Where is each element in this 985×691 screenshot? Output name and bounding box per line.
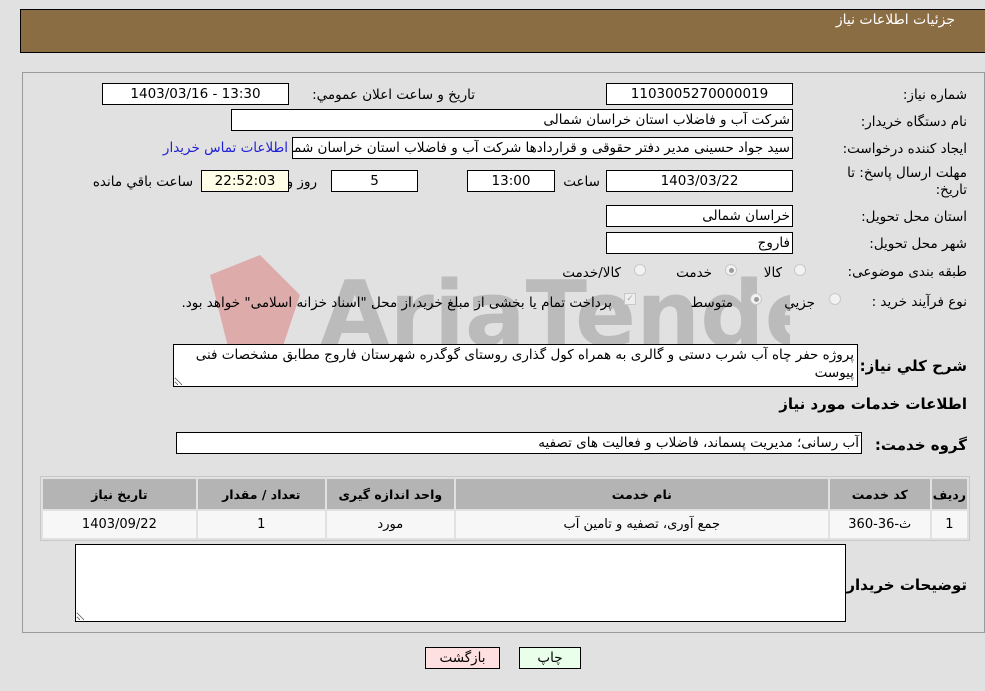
service-group-field: آب رسانی؛ مدیریت پسماند، فاضلاب و فعالیت… bbox=[176, 432, 862, 454]
days-label: روز و bbox=[286, 174, 317, 190]
buyer-contact-link[interactable]: اطلاعات تماس خريدار bbox=[163, 140, 288, 156]
buyer-notes-textarea[interactable] bbox=[75, 544, 846, 622]
footer-divider bbox=[22, 632, 985, 633]
col-header-row-number: رديف bbox=[931, 479, 967, 509]
services-table: رديف کد خدمت نام خدمت واحد اندازه گيری ت… bbox=[40, 476, 970, 541]
delivery-city-label: شهر محل تحويل: bbox=[869, 236, 967, 252]
need-number-field: 1103005270000019 bbox=[606, 83, 793, 105]
treasury-checkbox[interactable]: ✓ bbox=[624, 293, 636, 305]
back-button[interactable]: بازگشت bbox=[425, 647, 500, 669]
description-textarea[interactable]: پروژه حفر چاه آب شرب دستی و گالری به همر… bbox=[173, 344, 858, 387]
announce-datetime-field: 1403/03/16 - 13:30 bbox=[102, 83, 289, 105]
requester-field: سید جواد حسینی مدیر دفتر حقوقی و قرارداد… bbox=[292, 137, 793, 159]
cell-quantity: 1 bbox=[197, 511, 325, 538]
cell-need-date: 1403/09/22 bbox=[43, 511, 196, 538]
buyer-org-label: نام دستگاه خريدار: bbox=[860, 114, 967, 130]
time-remaining-field: 22:52:03 bbox=[201, 170, 289, 192]
treasury-note: پرداخت تمام يا بخشی از مبلغ خريد،از محل … bbox=[181, 295, 612, 311]
buyer-notes-label: توضيحات خريدار: bbox=[840, 576, 967, 594]
table-header-row: رديف کد خدمت نام خدمت واحد اندازه گيری ت… bbox=[43, 479, 967, 509]
cell-unit: مورد bbox=[326, 511, 454, 538]
buyer-org-field: شرکت آب و فاضلاب استان خراسان شمالی bbox=[231, 109, 793, 131]
delivery-province-label: استان محل تحويل: bbox=[861, 209, 967, 225]
purchase-type-radio-minor[interactable] bbox=[829, 293, 841, 305]
delivery-city-field: فاروج bbox=[606, 232, 793, 254]
deadline-label-line2: تاريخ: bbox=[935, 182, 967, 198]
deadline-time-label: ساعت bbox=[563, 174, 600, 190]
deadline-label-line1: مهلت ارسال پاسخ: تا bbox=[847, 165, 967, 181]
cell-service-code: ث-36-360 bbox=[829, 511, 930, 538]
deadline-time-field: 13:00 bbox=[467, 170, 555, 192]
category-option-goods: کالا bbox=[763, 265, 782, 281]
services-section-title: اطلاعات خدمات مورد نياز bbox=[779, 395, 967, 413]
days-remaining-field: 5 bbox=[331, 170, 418, 192]
category-radio-goods-service[interactable] bbox=[634, 264, 646, 276]
col-header-quantity: تعداد / مقدار bbox=[197, 479, 325, 509]
category-radio-goods[interactable] bbox=[794, 264, 806, 276]
need-number-label: شماره نياز: bbox=[902, 87, 967, 103]
announce-datetime-label: تاريخ و ساعت اعلان عمومي: bbox=[312, 87, 475, 103]
purchase-type-option-minor: جزيي bbox=[784, 295, 815, 311]
col-header-unit: واحد اندازه گيری bbox=[326, 479, 454, 509]
service-group-label: گروه خدمت: bbox=[874, 436, 967, 454]
col-header-service-code: کد خدمت bbox=[829, 479, 930, 509]
category-label: طبقه بندی موضوعی: bbox=[847, 264, 967, 280]
category-radio-service[interactable] bbox=[725, 264, 737, 276]
category-option-service: خدمت bbox=[676, 265, 712, 281]
requester-label: ايجاد کننده درخواست: bbox=[842, 141, 967, 157]
page-title: جزئيات اطلاعات نياز bbox=[835, 12, 955, 28]
table-row: 1 ث-36-360 جمع آوری، تصفیه و تامین آب مو… bbox=[43, 511, 967, 538]
purchase-type-option-medium: متوسط bbox=[690, 295, 733, 311]
description-label: شرح کلي نياز: bbox=[859, 357, 967, 375]
purchase-type-radio-medium[interactable] bbox=[750, 293, 762, 305]
col-header-service-name: نام خدمت bbox=[455, 479, 828, 509]
purchase-type-label: نوع فرآيند خريد : bbox=[871, 294, 967, 310]
delivery-province-field: خراسان شمالی bbox=[606, 205, 793, 227]
time-remaining-label: ساعت باقي مانده bbox=[92, 174, 193, 190]
col-header-need-date: تاريخ نياز bbox=[43, 479, 196, 509]
category-option-goods-service: کالا/خدمت bbox=[562, 265, 621, 281]
cell-service-name: جمع آوری، تصفیه و تامین آب bbox=[455, 511, 828, 538]
print-button[interactable]: چاپ bbox=[519, 647, 581, 669]
cell-row-number: 1 bbox=[931, 511, 967, 538]
deadline-date-field: 1403/03/22 bbox=[606, 170, 793, 192]
